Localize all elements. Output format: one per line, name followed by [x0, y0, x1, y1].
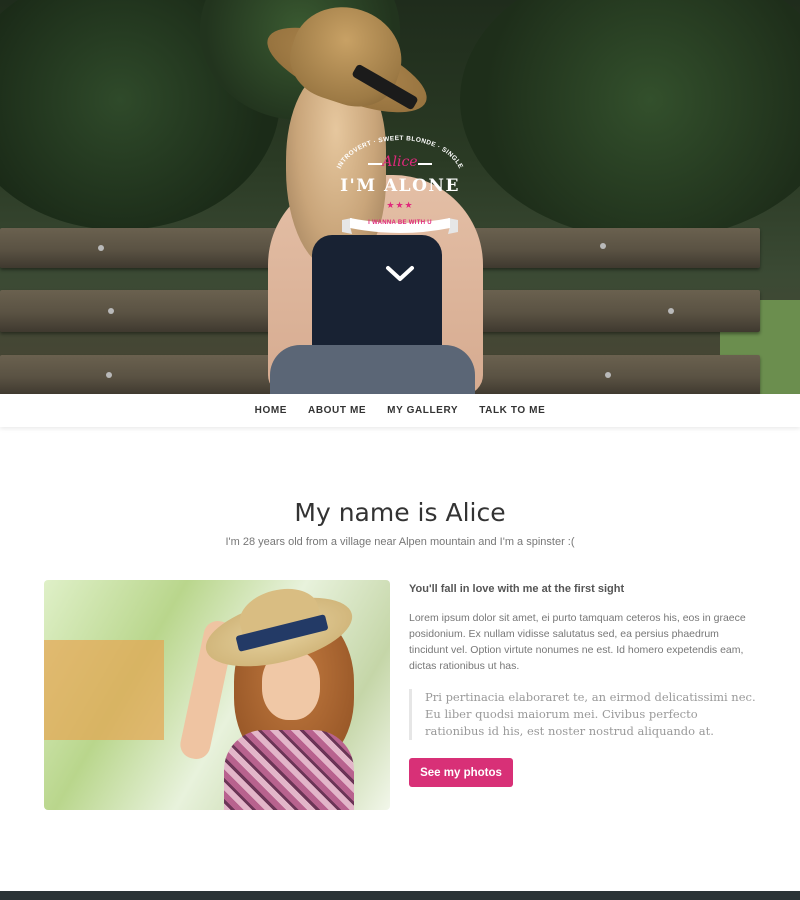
alice-photo — [44, 580, 390, 810]
foliage-right — [460, 0, 800, 240]
bench-bolt — [106, 372, 112, 378]
about-text-block: You'll fall in love with me at the first… — [409, 580, 759, 740]
chevron-down-icon[interactable] — [384, 262, 416, 284]
main-nav: HOME ABOUT ME MY GALLERY TALK TO ME — [0, 394, 800, 427]
nav-home[interactable]: HOME — [255, 405, 287, 416]
photo-dress — [224, 730, 354, 810]
badge-stars: ★★★ — [386, 200, 414, 210]
bench-bolt — [600, 243, 606, 249]
bench-bolt — [605, 372, 611, 378]
footer-strip — [0, 891, 800, 900]
badge-name: Alice — [382, 154, 418, 170]
nav-talk-to-me[interactable]: TALK TO ME — [479, 405, 545, 416]
hero-banner: INTROVERT · SWEET BLONDE · SINGLE Alice … — [0, 0, 800, 394]
bench-bolt — [108, 308, 114, 314]
nav-links: HOME ABOUT ME MY GALLERY TALK TO ME — [255, 405, 546, 416]
about-paragraph: Lorem ipsum dolor sit amet, ei purto tam… — [409, 612, 746, 672]
woman-jeans — [270, 345, 475, 394]
nav-my-gallery[interactable]: MY GALLERY — [387, 405, 458, 416]
about-title: My name is Alice — [294, 498, 506, 527]
photo-background — [44, 640, 164, 740]
see-my-photos-button[interactable]: See my photos — [409, 758, 513, 787]
hero-badge: INTROVERT · SWEET BLONDE · SINGLE Alice … — [300, 130, 500, 250]
about-quote: Pri pertinacia elaboraret te, an eirmod … — [409, 689, 759, 740]
badge-ribbon-text: I WANNA BE WITH U — [368, 220, 432, 226]
nav-about-me[interactable]: ABOUT ME — [308, 405, 366, 416]
bench-bolt — [668, 308, 674, 314]
badge-title: I'M ALONE — [340, 176, 460, 196]
about-heading: You'll fall in love with me at the first… — [409, 583, 625, 595]
bench-bolt — [98, 245, 104, 251]
about-subtitle: I'm 28 years old from a village near Alp… — [225, 536, 575, 548]
